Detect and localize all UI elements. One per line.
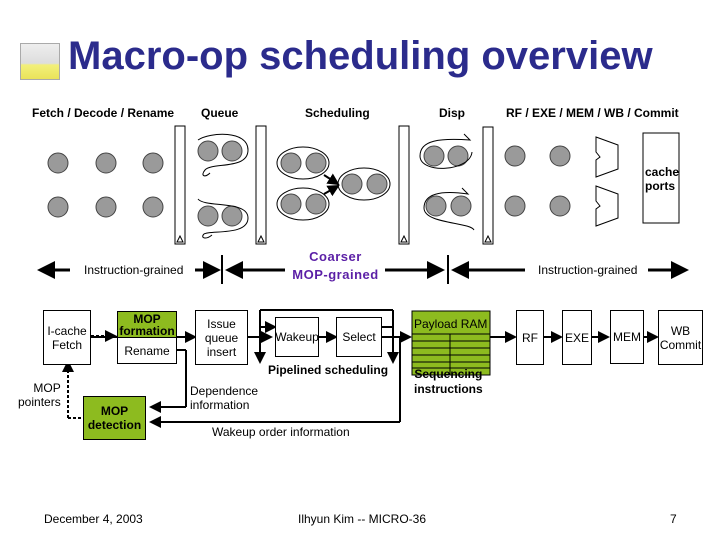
exe-label: EXE <box>564 330 589 345</box>
mop-detection-block: MOP detection <box>83 396 146 440</box>
mop-formation-block: MOP formation <box>117 311 177 338</box>
mop-node <box>221 140 243 162</box>
rename-block: Rename <box>117 337 177 364</box>
mop-node <box>450 195 472 217</box>
cache-ports-label: cache ports <box>645 165 679 193</box>
wb-commit-block: WB Commit <box>658 310 703 365</box>
mop-node <box>366 173 388 195</box>
payload-ram-label: Payload RAM <box>414 317 488 331</box>
mop-node <box>305 152 327 174</box>
instruction-node <box>142 152 164 174</box>
instruction-node <box>549 195 571 217</box>
granularity-middle-label: Coarser MOP-grained <box>288 248 383 284</box>
rf-block: RF <box>516 310 544 365</box>
mop-formation-line1: MOP <box>133 311 161 326</box>
cache-port <box>595 185 619 227</box>
mop-node <box>280 193 302 215</box>
sequencing-line2: instructions <box>414 382 483 396</box>
sequencing-line1: Sequencing <box>414 367 483 381</box>
instruction-node <box>95 152 117 174</box>
pipeline-latch <box>174 125 186 245</box>
page-number: 7 <box>670 512 677 526</box>
granularity-left-label: Instruction-grained <box>84 263 184 277</box>
exe-block: EXE <box>562 310 592 365</box>
icache-fetch-block: I-cache Fetch <box>43 310 91 365</box>
instruction-node <box>47 152 69 174</box>
instruction-node <box>504 195 526 217</box>
mop-node <box>341 173 363 195</box>
mop-detection-line2: detection <box>87 418 142 432</box>
instruction-node <box>549 145 571 167</box>
rename-label: Rename <box>124 343 170 358</box>
footer-author: Ilhyun Kim -- MICRO-36 <box>298 512 427 526</box>
instruction-node <box>95 196 117 218</box>
pipeline-latch <box>398 125 410 245</box>
mop-node <box>305 193 327 215</box>
mem-label: MEM <box>613 330 641 344</box>
mop-formation-line2: formation <box>119 323 175 338</box>
mop-node <box>197 205 219 227</box>
mop-node <box>197 140 219 162</box>
mop-node <box>221 205 243 227</box>
mop-pointers-label: MOP pointers <box>18 381 61 409</box>
select-block: Select <box>336 317 382 357</box>
rf-label: RF <box>522 330 538 345</box>
wakeup-order-label: Wakeup order information <box>212 425 350 439</box>
icache-label: I-cache <box>47 323 87 338</box>
fetch-label: Fetch <box>51 337 82 352</box>
wb-label: WB <box>670 323 691 338</box>
mop-node <box>423 145 445 167</box>
pipelined-scheduling-label: Pipelined scheduling <box>268 363 389 377</box>
cache-port <box>595 136 619 178</box>
commit-label: Commit <box>659 337 702 352</box>
mop-pointers-line2: pointers <box>18 395 61 409</box>
mop-node <box>425 195 447 217</box>
instruction-node <box>47 196 69 218</box>
mop-grained-label: MOP-grained <box>292 267 379 282</box>
select-label: Select <box>342 330 376 344</box>
wakeup-label: Wakeup <box>275 330 319 344</box>
sequencing-instructions-label: Sequencing instructions <box>414 367 483 397</box>
queue-label: queue <box>204 330 239 345</box>
issue-label: Issue <box>207 316 236 331</box>
pipeline-latch <box>482 126 494 245</box>
cache-label-line2: ports <box>645 179 675 193</box>
cache-label-line1: cache <box>645 165 680 179</box>
footer-date: December 4, 2003 <box>44 512 143 526</box>
pipeline-latch <box>255 125 267 245</box>
mop-node <box>280 152 302 174</box>
insert-label: insert <box>206 344 237 359</box>
mop-detection-line1: MOP <box>100 404 129 418</box>
coarser-label: Coarser <box>309 249 362 264</box>
wakeup-block: Wakeup <box>275 317 319 357</box>
dependence-information-label: Dependence information <box>190 384 258 412</box>
mem-block: MEM <box>610 310 644 364</box>
dependence-line1: Dependence <box>190 384 259 398</box>
instruction-node <box>504 145 526 167</box>
issue-queue-block: Issue queue insert <box>195 310 248 365</box>
granularity-right-label: Instruction-grained <box>538 263 638 277</box>
dependence-line2: information <box>190 398 250 412</box>
instruction-node <box>142 196 164 218</box>
mop-pointers-line1: MOP <box>33 381 61 395</box>
